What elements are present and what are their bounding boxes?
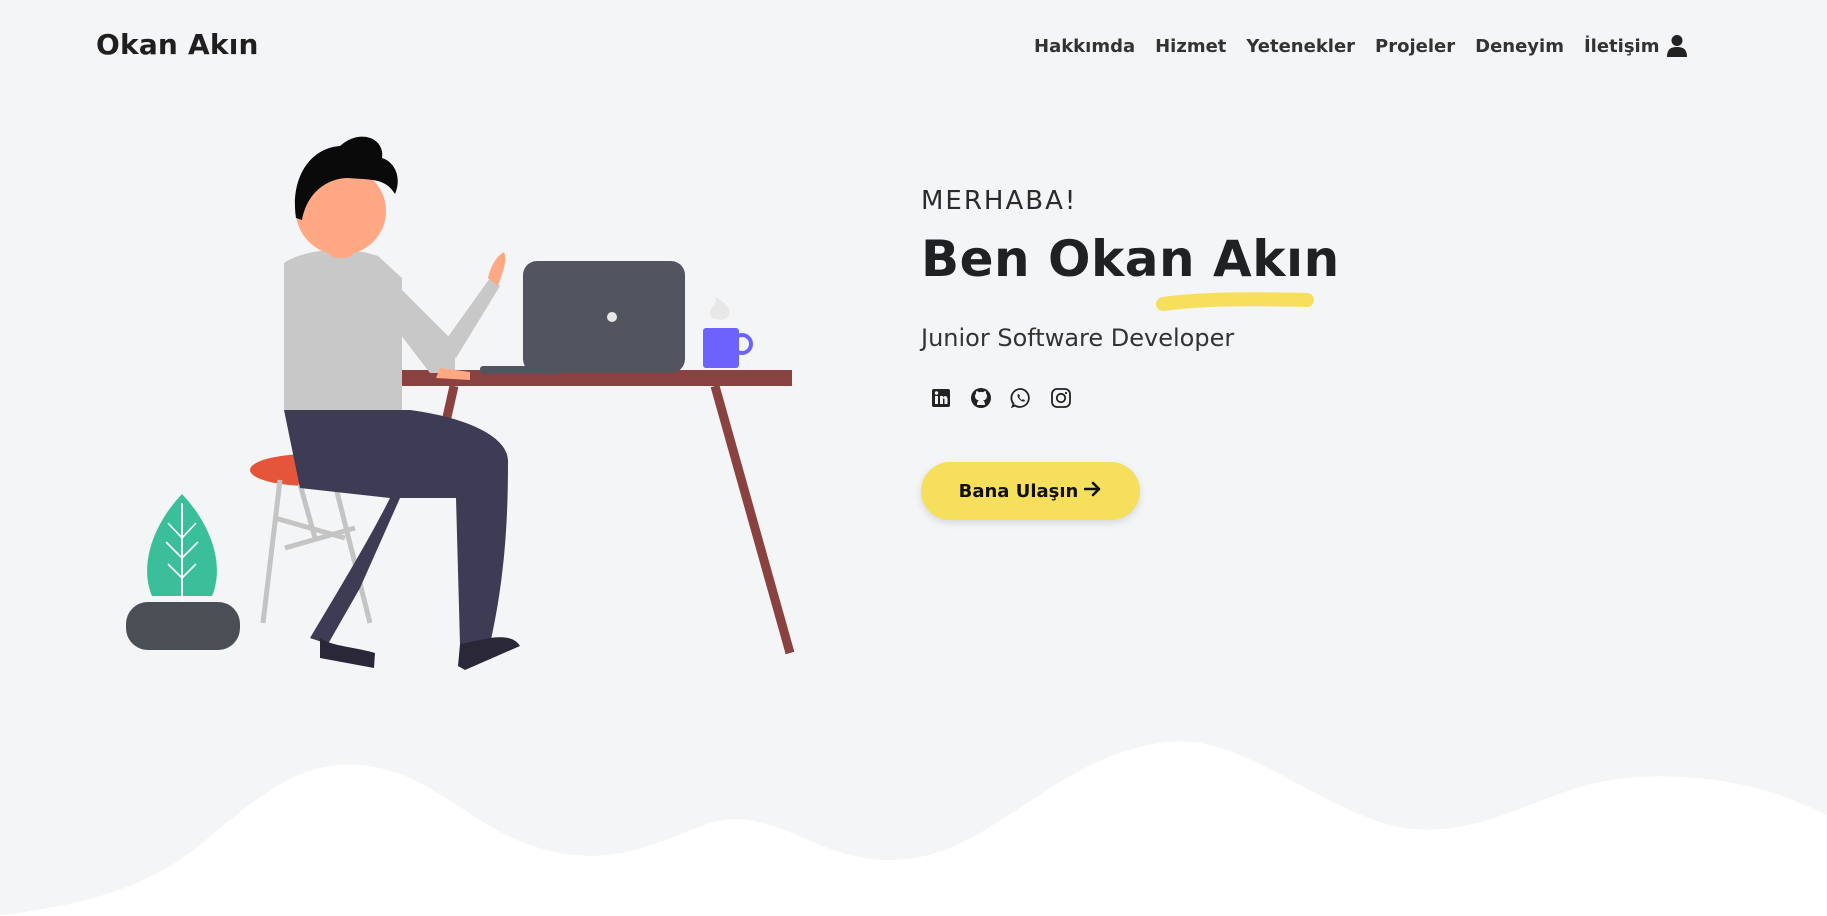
hero-name-wrap: Ben Okan Akın (921, 230, 1621, 311)
name-underline-decoration (1156, 292, 1314, 311)
desk-illustration (376, 370, 795, 655)
nav-link-deneyim[interactable]: Deneyim (1475, 36, 1564, 57)
hero-section: MERHABA! Ben Okan Akın Junior Software D… (921, 186, 1621, 520)
plant-icon (126, 494, 240, 650)
hero-role: Junior Software Developer (921, 324, 1235, 352)
contact-button[interactable]: Bana Ulaşın (921, 462, 1140, 520)
social-links (929, 386, 1621, 410)
whatsapp-icon[interactable] (1009, 386, 1033, 410)
mug-illustration (703, 296, 753, 368)
arrow-right-icon (1084, 481, 1102, 502)
contact-button-label: Bana Ulaşın (958, 480, 1079, 502)
person-illustration (284, 136, 520, 670)
linkedin-icon[interactable] (929, 386, 953, 410)
user-icon[interactable] (1666, 34, 1688, 58)
nav-link-projeler[interactable]: Projeler (1375, 36, 1455, 57)
wave-decoration (0, 741, 1827, 916)
github-icon[interactable] (969, 386, 993, 410)
nav-link-hakkimda[interactable]: Hakkımda (1034, 36, 1135, 57)
nav-link-yetenekler[interactable]: Yetenekler (1246, 36, 1355, 57)
nav-link-iletisim[interactable]: İletişim (1584, 36, 1660, 57)
instagram-icon[interactable] (1049, 386, 1073, 410)
nav-links: Hakkımda Hizmet Yetenekler Projeler Dene… (1034, 36, 1679, 57)
nav-link-hizmet[interactable]: Hizmet (1155, 36, 1226, 57)
laptop-illustration (480, 261, 685, 374)
navbar: Okan Akın Hakkımda Hizmet Yetenekler Pro… (0, 0, 1827, 94)
hero-name: Ben Okan Akın (921, 230, 1340, 288)
hero-greeting: MERHABA! (921, 186, 1078, 216)
developer-illustration (110, 118, 810, 688)
brand-logo[interactable]: Okan Akın (96, 28, 259, 61)
